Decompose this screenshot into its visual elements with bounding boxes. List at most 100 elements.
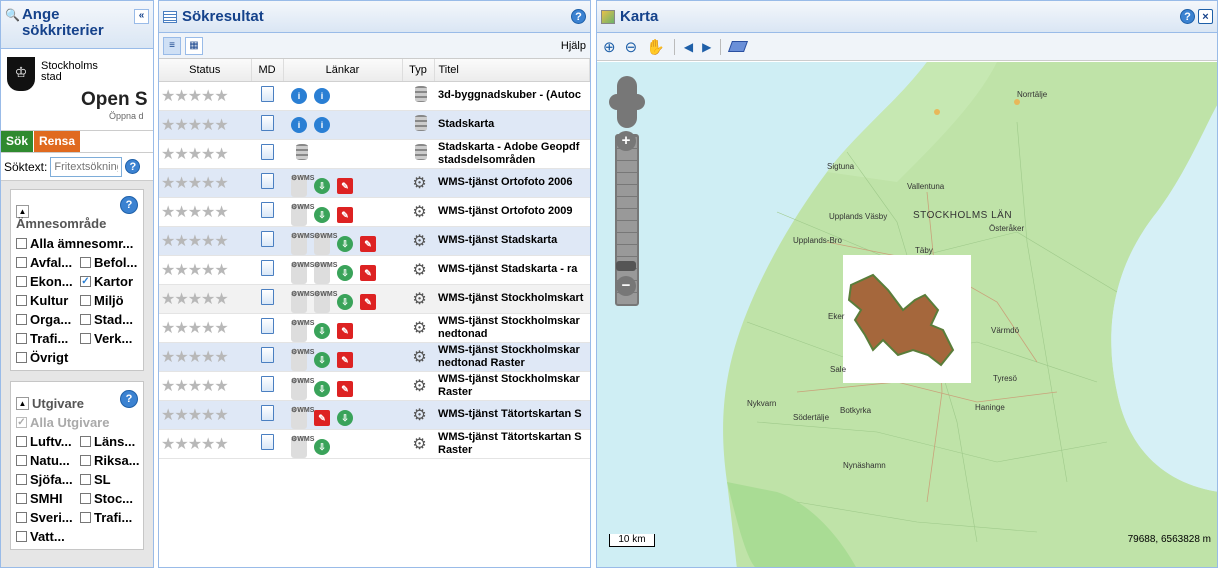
checkbox-box[interactable]: [16, 493, 27, 504]
info-link-icon[interactable]: i: [291, 87, 307, 104]
collapse-panel-button[interactable]: «: [134, 9, 149, 24]
checkbox-box[interactable]: [80, 314, 91, 325]
search-help-icon[interactable]: ?: [125, 159, 141, 174]
result-title[interactable]: WMS-tjänst Stockholmskar Raster: [434, 371, 590, 401]
wms-service-icon[interactable]: ⚙WMS: [291, 174, 314, 196]
wms-service-icon[interactable]: ⚙WMS: [291, 232, 314, 254]
col-status[interactable]: Status: [159, 59, 252, 82]
list-view-icon[interactable]: ≡: [163, 36, 181, 55]
result-title[interactable]: WMS-tjänst Tätortskartan S Raster: [434, 429, 590, 459]
download-link-icon[interactable]: ⇩: [314, 177, 330, 194]
checkbox-box[interactable]: [16, 531, 27, 542]
download-link-icon[interactable]: ⇩: [314, 206, 330, 223]
result-title[interactable]: WMS-tjänst Ortofoto 2009: [434, 197, 590, 227]
zoom-in-icon[interactable]: ⊕: [603, 38, 616, 56]
utg-checkbox[interactable]: Trafi...: [80, 509, 142, 526]
amne-checkbox[interactable]: Trafi...: [16, 330, 80, 347]
table-row[interactable]: ★★★★★ ⚙WMS ⇩ ✎ ⚙ WMS-tjänst Ortofoto 2009: [159, 197, 590, 227]
result-title[interactable]: WMS-tjänst Stockholmskar nedtonad Raster: [434, 342, 590, 372]
pdf-link-icon[interactable]: ✎: [337, 322, 353, 339]
wms-service-icon[interactable]: ⚙WMS: [291, 377, 314, 399]
col-links[interactable]: Länkar: [283, 59, 403, 82]
zoom-slider-handle[interactable]: [616, 261, 636, 271]
subject-help-icon[interactable]: ?: [120, 196, 138, 214]
next-extent-icon[interactable]: ▶: [702, 40, 711, 54]
table-row[interactable]: ★★★★★ ⚙WMS ⇩ ✎ ⚙ WMS-tjänst Stockholmskar Rast…: [159, 371, 590, 401]
amne-checkbox[interactable]: Kultur: [16, 292, 80, 309]
pdf-link-icon[interactable]: ✎: [337, 351, 353, 368]
wms-service-icon[interactable]: ⚙WMS: [291, 406, 314, 428]
zoom-out-button[interactable]: −: [616, 276, 636, 296]
checkbox-box[interactable]: [80, 474, 91, 485]
metadata-document-icon[interactable]: [260, 376, 274, 392]
collapse-toggle-icon[interactable]: ▲: [16, 396, 29, 410]
pan-hand-icon[interactable]: ✋: [646, 38, 665, 56]
table-row[interactable]: ★★★★★ ⚙WMS ⇩ ✎ ⚙ WMS-tjänst Stockholmskar nedt…: [159, 342, 590, 372]
checkbox-all-publishers[interactable]: ✓ Alla Utgivare: [16, 414, 142, 431]
checkbox-box[interactable]: [16, 276, 27, 287]
amne-checkbox[interactable]: Ekon...: [16, 273, 80, 290]
table-row[interactable]: ★★★★★ ⚙WMS ⚙WMS ⇩ ✎ ⚙ WMS-tjänst Stadskarta - …: [159, 255, 590, 285]
info-link-icon[interactable]: i: [314, 87, 330, 104]
col-type[interactable]: Typ: [402, 59, 435, 82]
pdf-link-icon[interactable]: ✎: [314, 409, 330, 426]
clear-button[interactable]: Rensa: [34, 131, 81, 152]
metadata-document-icon[interactable]: [260, 405, 274, 421]
download-link-icon[interactable]: ⇩: [337, 293, 353, 310]
results-help-icon[interactable]: ?: [571, 9, 586, 24]
amne-checkbox[interactable]: ✓ Kartor: [80, 273, 142, 290]
amne-checkbox[interactable]: Verk...: [80, 330, 142, 347]
wms-service-icon[interactable]: ⚙WMS: [291, 319, 314, 341]
pdf-link-icon[interactable]: ✎: [360, 293, 376, 310]
pdf-link-icon[interactable]: ✎: [360, 264, 376, 281]
table-row[interactable]: ★★★★★ Stadskarta - Adobe Geopdf stadsdelso…: [159, 139, 590, 169]
wms-service-icon[interactable]: ⚙WMS: [291, 348, 314, 370]
result-title[interactable]: WMS-tjänst Tätortskartan S: [434, 400, 590, 430]
utg-checkbox[interactable]: Natu...: [16, 452, 80, 469]
metadata-document-icon[interactable]: [260, 173, 274, 189]
table-row[interactable]: ★★★★★ i i 3d-byggnadskuber - (Autoc: [159, 81, 590, 111]
checkbox-box[interactable]: [16, 474, 27, 485]
result-title[interactable]: Stadskarta - Adobe Geopdf stadsdelsområde…: [434, 139, 590, 169]
result-title[interactable]: WMS-tjänst Stadskarta: [434, 226, 590, 256]
wms-service-icon[interactable]: ⚙WMS: [291, 435, 314, 457]
metadata-document-icon[interactable]: [260, 144, 274, 160]
publisher-help-icon[interactable]: ?: [120, 390, 138, 408]
checkbox-box[interactable]: [16, 436, 27, 447]
checkbox-box[interactable]: [16, 295, 27, 306]
utg-checkbox[interactable]: Sveri...: [16, 509, 80, 526]
amne-checkbox[interactable]: Stad...: [80, 311, 142, 328]
grid-view-icon[interactable]: ▦: [185, 36, 203, 55]
result-title[interactable]: Stadskarta: [434, 110, 590, 140]
wms-service-icon[interactable]: ⚙WMS: [291, 261, 314, 283]
metadata-document-icon[interactable]: [260, 260, 274, 276]
table-row[interactable]: ★★★★★ ⚙WMS ⇩ ✎ ⚙ WMS-tjänst Ortofoto 2006: [159, 168, 590, 198]
amne-checkbox[interactable]: Befol...: [80, 254, 142, 271]
map-close-icon[interactable]: ×: [1198, 9, 1213, 24]
table-row[interactable]: ★★★★★ ⚙WMS ✎ ⇩ ⚙ WMS-tjänst Tätortskartan S: [159, 400, 590, 430]
download-link-icon[interactable]: ⇩: [337, 409, 353, 426]
utg-checkbox[interactable]: Läns...: [80, 433, 142, 450]
checkbox-box[interactable]: [16, 257, 27, 268]
col-title[interactable]: Titel: [434, 59, 590, 82]
utg-checkbox[interactable]: SMHI: [16, 490, 80, 507]
add-database-icon[interactable]: [296, 144, 308, 160]
utg-checkbox-last[interactable]: Vatt...: [16, 528, 142, 545]
table-row[interactable]: ★★★★★ ⚙WMS ⚙WMS ⇩ ✎ ⚙ WMS-tjänst Stadskarta: [159, 226, 590, 256]
wms-service-icon[interactable]: ⚙WMS: [314, 261, 337, 283]
amne-checkbox-last[interactable]: Övrigt: [16, 349, 142, 366]
checkbox-box[interactable]: ✓: [80, 276, 91, 287]
result-title[interactable]: WMS-tjänst Stockholmskar nedtonad: [434, 313, 590, 343]
result-title[interactable]: WMS-tjänst Stockholmskart: [434, 284, 590, 314]
utg-checkbox[interactable]: Stoc...: [80, 490, 142, 507]
pdf-link-icon[interactable]: ✎: [337, 380, 353, 397]
search-button[interactable]: Sök: [1, 131, 34, 152]
pdf-link-icon[interactable]: ✎: [360, 235, 376, 252]
download-link-icon[interactable]: ⇩: [314, 380, 330, 397]
download-link-icon[interactable]: ⇩: [314, 351, 330, 368]
result-title[interactable]: WMS-tjänst Stadskarta - ra: [434, 255, 590, 285]
metadata-document-icon[interactable]: [260, 86, 274, 102]
search-input[interactable]: [50, 156, 123, 177]
utg-checkbox[interactable]: Sjöfa...: [16, 471, 80, 488]
metadata-document-icon[interactable]: [260, 347, 274, 363]
